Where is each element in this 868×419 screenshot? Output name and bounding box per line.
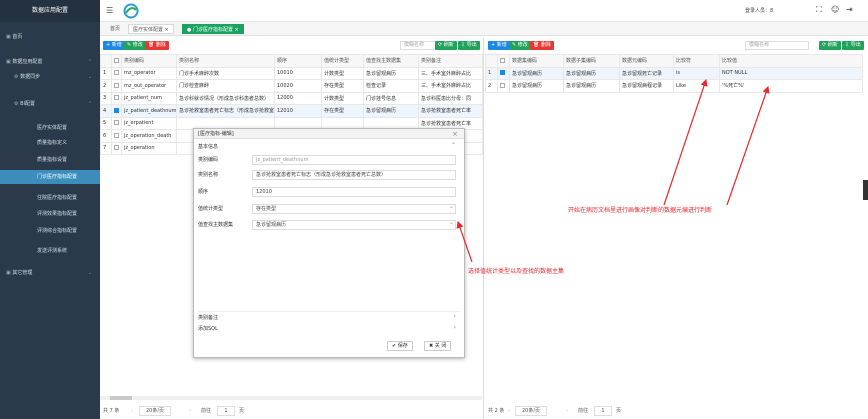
annotation-left: 选择值统计类型以及查找的数据主集 <box>468 268 565 275</box>
arrow-right-annotation-2 <box>726 85 770 206</box>
arrow-left-annotation <box>456 220 473 263</box>
annotation-arrows <box>456 78 770 263</box>
arrow-right-annotation-1 <box>663 78 708 206</box>
annotation-right: 开始在病历文档里进行画像对判断的数据元编进行判断 <box>568 207 713 214</box>
